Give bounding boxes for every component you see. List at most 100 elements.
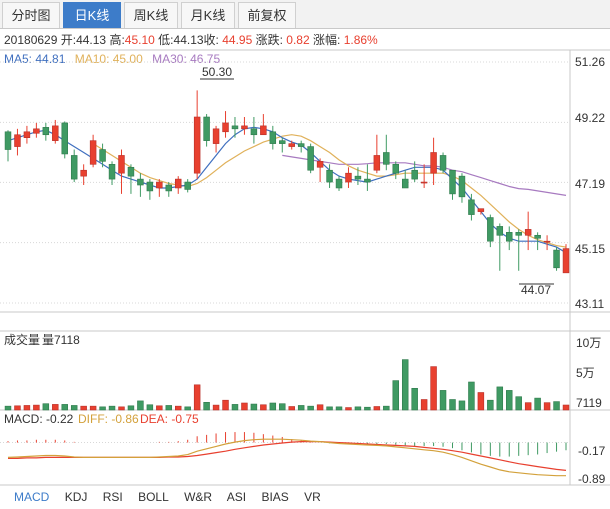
candle-body bbox=[458, 175, 466, 198]
volume-bar bbox=[42, 403, 50, 411]
volume-bar bbox=[449, 399, 456, 411]
candle-body bbox=[175, 178, 182, 189]
volume-bar bbox=[392, 380, 399, 411]
candle-body bbox=[127, 166, 135, 177]
indicator-tab-rsi[interactable]: RSI bbox=[103, 490, 123, 504]
macd-value: MACD: -0.22 bbox=[4, 412, 74, 426]
volume-bar bbox=[80, 405, 87, 411]
volume-bars bbox=[4, 359, 570, 411]
macd-tick-1: -0.89 bbox=[578, 472, 606, 486]
candle-body bbox=[345, 172, 352, 183]
volume-bar bbox=[468, 381, 475, 411]
diff-value: DIFF: -0.86 bbox=[78, 412, 139, 426]
volume-bar bbox=[506, 390, 513, 411]
volume-bar bbox=[165, 405, 173, 411]
volume-bar bbox=[175, 405, 182, 411]
candle-body bbox=[241, 125, 248, 130]
candle-body bbox=[354, 175, 362, 180]
volume-bar bbox=[477, 392, 485, 411]
indicator-tab-bar: MACD KDJ RSI BOLL W&R ASI BIAS VR bbox=[14, 490, 333, 504]
price-tick-2: 47.19 bbox=[575, 177, 605, 191]
volume-bar bbox=[193, 384, 201, 411]
volume-bar bbox=[326, 406, 333, 411]
candle-body bbox=[392, 164, 399, 174]
price-tick-0: 51.26 bbox=[575, 55, 605, 69]
volume-bar bbox=[118, 406, 125, 411]
candle-body bbox=[515, 232, 522, 236]
volume-bar bbox=[430, 366, 437, 411]
candle-body bbox=[231, 125, 239, 130]
volume-tick-0: 10万 bbox=[576, 336, 601, 350]
candle-body bbox=[477, 208, 485, 212]
high-annotation: 50.30 bbox=[202, 65, 232, 79]
price-tick-1: 49.22 bbox=[575, 111, 605, 125]
indicator-tab-asi[interactable]: ASI bbox=[227, 490, 246, 504]
candle-body bbox=[156, 181, 163, 189]
candle-body bbox=[534, 234, 541, 239]
candle-body bbox=[269, 131, 277, 144]
candle-body bbox=[23, 131, 31, 139]
volume-bar bbox=[401, 359, 409, 411]
candle-body bbox=[288, 143, 295, 147]
dea-line bbox=[8, 441, 567, 471]
candle-body bbox=[449, 169, 456, 195]
volume-bar bbox=[269, 402, 277, 411]
indicator-tab-boll[interactable]: BOLL bbox=[138, 490, 169, 504]
candle-body bbox=[14, 134, 21, 147]
volume-bar bbox=[496, 386, 504, 411]
volume-bar bbox=[260, 404, 267, 411]
indicator-tab-vr[interactable]: VR bbox=[304, 490, 321, 504]
stock-chart[interactable]: 51.26 49.22 47.19 45.15 43.11 50.30 44.0… bbox=[0, 0, 610, 509]
candle-body bbox=[506, 232, 513, 242]
volume-bar bbox=[411, 387, 418, 411]
candle-body bbox=[543, 240, 551, 243]
volume-bar bbox=[487, 399, 494, 411]
candle-body bbox=[212, 128, 220, 144]
candle-body bbox=[89, 140, 97, 165]
diff-line bbox=[7, 438, 566, 477]
volume-bar bbox=[279, 403, 286, 411]
candle-body bbox=[99, 149, 106, 162]
volume-bar bbox=[534, 397, 541, 411]
volume-bar bbox=[222, 399, 229, 411]
candle-body bbox=[297, 143, 305, 147]
candle-body bbox=[383, 152, 390, 165]
volume-bar bbox=[156, 405, 163, 411]
candle-body bbox=[439, 155, 447, 171]
volume-bar bbox=[23, 405, 31, 411]
volume-bar bbox=[184, 406, 191, 411]
candle-body bbox=[4, 131, 12, 150]
volume-bar bbox=[212, 404, 220, 411]
candle-body bbox=[562, 248, 570, 274]
volume-bar bbox=[354, 406, 362, 411]
volume-bar bbox=[127, 405, 135, 411]
volume-bar bbox=[61, 404, 68, 411]
price-tick-4: 43.11 bbox=[575, 297, 604, 311]
candle-body bbox=[260, 125, 267, 136]
candle-body bbox=[307, 146, 314, 171]
price-grid bbox=[0, 61, 570, 304]
candle-body bbox=[335, 178, 343, 189]
indicator-tab-bias[interactable]: BIAS bbox=[261, 490, 288, 504]
volume-bar bbox=[420, 399, 428, 411]
low-annotation: 44.07 bbox=[521, 283, 551, 297]
volume-bar bbox=[543, 402, 551, 411]
candle-body bbox=[146, 181, 154, 192]
candle-body bbox=[401, 178, 409, 189]
volume-bar bbox=[146, 404, 154, 411]
volume-bar bbox=[33, 404, 40, 411]
candle-body bbox=[70, 155, 78, 180]
indicator-tab-kdj[interactable]: KDJ bbox=[65, 490, 88, 504]
volume-bar bbox=[458, 400, 466, 411]
candle-body bbox=[411, 169, 418, 180]
volume-bar bbox=[89, 405, 97, 411]
volume-bar bbox=[345, 407, 352, 411]
candle-body bbox=[118, 155, 125, 174]
candle-body bbox=[326, 169, 333, 183]
price-tick-3: 45.15 bbox=[575, 242, 605, 256]
ma10-line bbox=[92, 134, 567, 248]
candle-body bbox=[193, 116, 201, 174]
indicator-tab-wr[interactable]: W&R bbox=[184, 490, 212, 504]
indicator-tab-macd[interactable]: MACD bbox=[14, 490, 49, 504]
macd-plot bbox=[0, 432, 570, 477]
